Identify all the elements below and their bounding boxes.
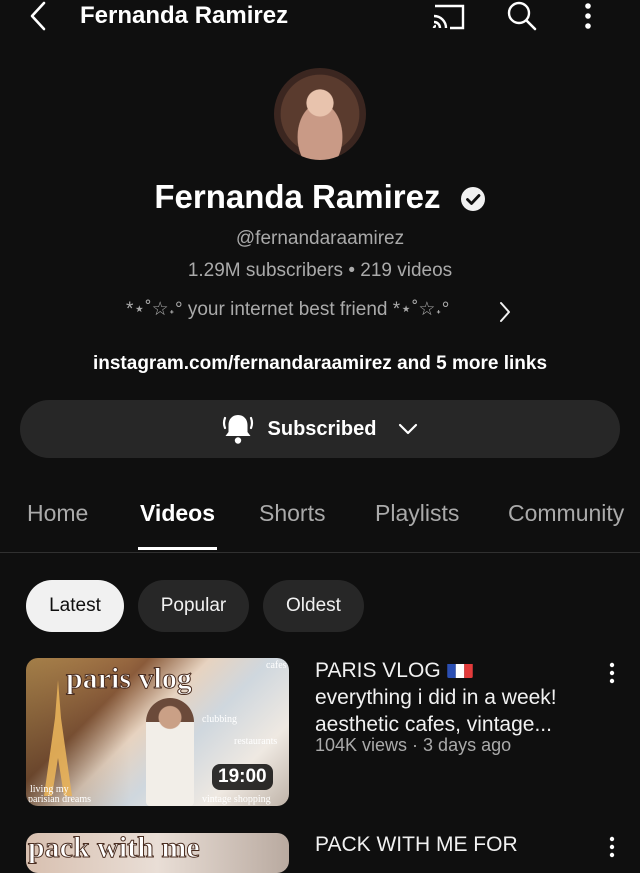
video-title-line1: PARIS VLOG [315,659,441,682]
video-title[interactable]: PARIS VLOG everything i did in a week! a… [315,657,600,738]
video-menu-icon[interactable] [608,662,616,684]
bell-icon [222,415,253,444]
thumbnail-caption: restaurants [234,736,278,747]
tab-home[interactable]: Home [27,500,88,527]
thumbnail-person [146,698,194,806]
search-icon[interactable] [506,0,538,32]
chip-oldest[interactable]: Oldest [263,580,364,632]
channel-description[interactable]: *⋆˚☆˖° your internet best friend *⋆˚☆˖° [126,298,449,321]
cast-icon[interactable] [432,2,466,30]
thumbnail-caption: cafes [266,660,287,671]
channel-name: Fernanda Ramirez [0,178,640,216]
back-icon[interactable] [26,0,52,34]
thumbnail-caption: clubbing [202,714,237,725]
tab-videos[interactable]: Videos [140,500,215,527]
active-tab-indicator [138,547,217,550]
top-bar: Fernanda Ramirez [0,0,640,34]
thumbnail-title-text: pack with me [28,833,201,865]
thumbnail-caption: parisian dreams [28,794,92,805]
video-title[interactable]: PACK WITH ME FOR [315,831,600,858]
tab-community[interactable]: Community [508,500,624,527]
thumbnail-caption: vintage shopping [202,794,271,805]
video-menu-icon[interactable] [608,836,616,858]
chevron-down-icon [399,423,418,435]
eiffel-tower-graphic [44,680,72,796]
verified-badge-icon [460,187,485,212]
channel-handle: @fernandaraamirez [235,228,405,249]
channel-name-text: Fernanda Ramirez [154,178,441,215]
page-title: Fernanda Ramirez [80,2,289,29]
video-duration: 19:00 [212,764,273,790]
tab-shorts[interactable]: Shorts [259,500,325,527]
channel-avatar[interactable] [274,68,366,160]
more-options-icon[interactable] [583,2,593,30]
video-meta: 104K views · 3 days ago [315,735,512,755]
chevron-right-icon[interactable] [498,300,512,324]
chip-latest[interactable]: Latest [26,580,124,632]
subscribed-label: Subscribed [267,417,377,440]
tab-playlists[interactable]: Playlists [375,500,459,527]
france-flag-icon [446,661,473,678]
channel-tabs: Home Videos Shorts Playlists Community [0,488,640,553]
video-thumbnail[interactable]: paris vlog cafes clubbing restaurants li… [26,658,289,806]
channel-links[interactable]: instagram.com/fernandaraamirez and 5 mor… [0,353,640,375]
thumbnail-title-text: paris vlog [66,662,193,696]
channel-stats: 1.29M subscribers • 219 videos [187,260,453,281]
video-title-rest: everything i did in a week! aesthetic ca… [315,686,557,736]
video-thumbnail[interactable]: pack with me [26,833,289,873]
subscribed-button[interactable]: Subscribed [20,400,620,458]
chip-popular[interactable]: Popular [138,580,249,632]
